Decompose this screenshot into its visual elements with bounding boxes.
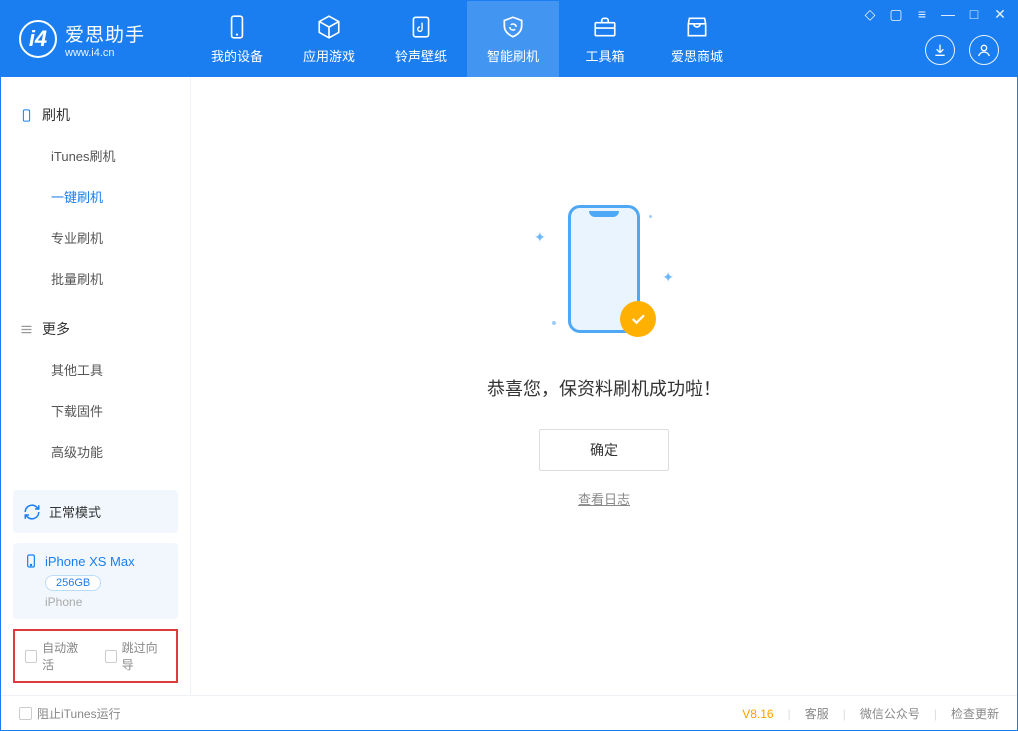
checkbox-block-itunes[interactable]: 阻止iTunes运行 (19, 705, 121, 722)
logo-text: 爱思助手 www.i4.cn (65, 20, 145, 59)
sidebar-item-advanced[interactable]: 高级功能 (1, 431, 190, 472)
main-content: ✦ ✦ 恭喜您，保资料刷机成功啦！ 确定 查看日志 (191, 77, 1017, 695)
highlighted-checkbox-row: 自动激活 跳过向导 (13, 629, 178, 683)
cube-icon (316, 14, 342, 40)
ok-button[interactable]: 确定 (539, 429, 669, 471)
sidebar-header-label: 刷机 (42, 105, 70, 125)
store-icon (684, 14, 710, 40)
nav-label: 工具箱 (585, 46, 624, 65)
download-icon (932, 42, 948, 58)
sidebar-section-flash: 刷机 iTunes刷机 一键刷机 专业刷机 批量刷机 (1, 95, 190, 299)
separator: | (788, 707, 791, 721)
nav-label: 我的设备 (211, 46, 263, 65)
sidebar-item-itunes-flash[interactable]: iTunes刷机 (1, 135, 190, 176)
sparkle-icon: ✦ (534, 229, 546, 246)
checkbox-label: 阻止iTunes运行 (37, 705, 121, 722)
device-info-box[interactable]: iPhone XS Max 256GB iPhone (13, 543, 178, 619)
app-subtitle: www.i4.cn (65, 47, 145, 59)
checkbox-label: 跳过向导 (122, 639, 166, 673)
phone-notch-icon (589, 211, 619, 217)
app-title: 爱思助手 (65, 20, 145, 47)
close-button[interactable]: ✕ (991, 5, 1009, 23)
check-badge-icon (620, 301, 656, 337)
sidebar-section-more: 更多 其他工具 下载固件 高级功能 (1, 309, 190, 472)
window-controls: ◇ ▢ ≡ — □ ✕ (861, 5, 1009, 23)
nav-label: 铃声壁纸 (395, 46, 447, 65)
dot-icon (552, 321, 556, 325)
dot-icon (649, 215, 652, 218)
success-illustration: ✦ ✦ (514, 205, 694, 345)
list-icon (19, 322, 34, 337)
sidebar-header-label: 更多 (42, 319, 70, 339)
nav-store[interactable]: 爱思商城 (651, 1, 743, 77)
nav-ringtone[interactable]: 铃声壁纸 (375, 1, 467, 77)
sidebar-header-flash[interactable]: 刷机 (1, 95, 190, 135)
logo-icon: i4 (19, 20, 57, 58)
success-message: 恭喜您，保资料刷机成功啦！ (487, 375, 721, 401)
mode-label: 正常模式 (49, 502, 101, 521)
maximize-button[interactable]: □ (965, 5, 983, 23)
menu-icon[interactable]: ≡ (913, 5, 931, 23)
sidebar-bottom: 正常模式 iPhone XS Max 256GB iPhone 自动激活 跳过向… (1, 490, 190, 695)
sidebar: 刷机 iTunes刷机 一键刷机 专业刷机 批量刷机 更多 其他工具 下载固件 … (1, 77, 191, 695)
briefcase-icon (592, 14, 618, 40)
device-type: iPhone (45, 595, 168, 609)
device-storage: 256GB (45, 575, 101, 591)
user-icon (976, 42, 992, 58)
phone-icon (224, 14, 250, 40)
sidebar-item-pro-flash[interactable]: 专业刷机 (1, 217, 190, 258)
minimize-button[interactable]: — (939, 5, 957, 23)
phone-small-icon (23, 553, 39, 569)
checkbox-label: 自动激活 (42, 639, 86, 673)
footer-link-wechat[interactable]: 微信公众号 (860, 705, 920, 722)
refresh-icon (23, 503, 41, 521)
sparkle-icon: ✦ (662, 269, 674, 286)
sidebar-item-onekey-flash[interactable]: 一键刷机 (1, 176, 190, 217)
download-button[interactable] (925, 35, 955, 65)
footer-right: V8.16 | 客服 | 微信公众号 | 检查更新 (742, 705, 999, 722)
device-name-row: iPhone XS Max (23, 553, 168, 569)
nav-apps[interactable]: 应用游戏 (283, 1, 375, 77)
nav-label: 智能刷机 (487, 46, 539, 65)
logo-area: i4 爱思助手 www.i4.cn (1, 20, 191, 59)
separator: | (934, 707, 937, 721)
user-button[interactable] (969, 35, 999, 65)
music-file-icon (408, 14, 434, 40)
nav-label: 爱思商城 (671, 46, 723, 65)
checkbox-icon (19, 707, 32, 720)
footer-link-update[interactable]: 检查更新 (951, 705, 999, 722)
view-log-link[interactable]: 查看日志 (578, 489, 630, 508)
skin-icon[interactable]: ◇ (861, 5, 879, 23)
nav-smart-flash[interactable]: 智能刷机 (467, 1, 559, 77)
device-mode-box[interactable]: 正常模式 (13, 490, 178, 533)
refresh-shield-icon (500, 14, 526, 40)
app-header: i4 爱思助手 www.i4.cn 我的设备 应用游戏 铃声壁纸 智能刷机 工具… (1, 1, 1017, 77)
footer: 阻止iTunes运行 V8.16 | 客服 | 微信公众号 | 检查更新 (1, 695, 1017, 731)
sidebar-item-download-firmware[interactable]: 下载固件 (1, 390, 190, 431)
app-body: 刷机 iTunes刷机 一键刷机 专业刷机 批量刷机 更多 其他工具 下载固件 … (1, 77, 1017, 695)
footer-link-service[interactable]: 客服 (805, 705, 829, 722)
nav-toolbox[interactable]: 工具箱 (559, 1, 651, 77)
checkmark-icon (629, 310, 647, 328)
separator: | (843, 707, 846, 721)
feedback-icon[interactable]: ▢ (887, 5, 905, 23)
checkbox-skip-guide[interactable]: 跳过向导 (105, 639, 167, 673)
sidebar-item-batch-flash[interactable]: 批量刷机 (1, 258, 190, 299)
checkbox-icon (105, 650, 117, 663)
phone-outline-icon (19, 108, 34, 123)
nav-my-device[interactable]: 我的设备 (191, 1, 283, 77)
nav-label: 应用游戏 (303, 46, 355, 65)
checkbox-icon (25, 650, 37, 663)
header-right-icons (925, 35, 999, 65)
main-nav: 我的设备 应用游戏 铃声壁纸 智能刷机 工具箱 爱思商城 (191, 1, 743, 77)
sidebar-header-more[interactable]: 更多 (1, 309, 190, 349)
sidebar-item-other-tools[interactable]: 其他工具 (1, 349, 190, 390)
device-name: iPhone XS Max (45, 554, 135, 569)
version-label: V8.16 (742, 707, 773, 721)
checkbox-auto-activate[interactable]: 自动激活 (25, 639, 87, 673)
